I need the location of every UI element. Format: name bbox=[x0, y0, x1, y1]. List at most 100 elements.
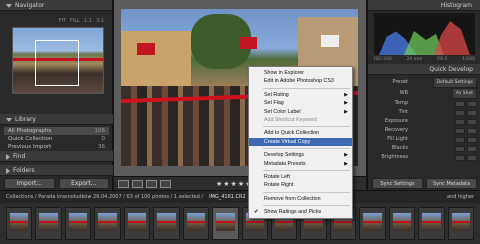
filmstrip-thumbnail[interactable] bbox=[35, 207, 62, 240]
increase-button[interactable] bbox=[467, 100, 477, 107]
library-item-previous-import[interactable]: Previous Import 36 bbox=[4, 143, 109, 151]
menu-item-set-rating[interactable]: Set Rating ▶ bbox=[249, 91, 352, 99]
adjust-buttons bbox=[455, 100, 477, 107]
adjust-row-blacks: Blacks bbox=[372, 144, 477, 153]
increase-button[interactable] bbox=[467, 136, 477, 143]
menu-item-rotate-left[interactable]: Rotate Left bbox=[249, 173, 352, 181]
navigator-viewport-box[interactable] bbox=[35, 40, 79, 86]
compare-view-icon[interactable] bbox=[146, 179, 157, 188]
folders-header[interactable]: Folders bbox=[0, 165, 113, 176]
decrease-button[interactable] bbox=[455, 100, 465, 107]
menu-item-metadata-presets[interactable]: Metadata Presets ▶ bbox=[249, 160, 352, 168]
adjust-buttons bbox=[455, 118, 477, 125]
filmstrip-thumbnail[interactable] bbox=[359, 207, 386, 240]
adjust-label: Tint bbox=[398, 109, 408, 115]
export-button[interactable]: Export... bbox=[58, 178, 109, 189]
increase-button[interactable] bbox=[467, 118, 477, 125]
menu-item-show-in-explorer[interactable]: Show in Explorer bbox=[249, 69, 352, 77]
photo-flag bbox=[239, 37, 257, 49]
loupe-view-icon[interactable] bbox=[132, 179, 143, 188]
menu-item-label: Add Shortcut Keyword bbox=[264, 117, 317, 124]
filmstrip-thumbnail[interactable] bbox=[123, 207, 151, 240]
zoom-fit[interactable]: FIT bbox=[59, 18, 66, 24]
submenu-arrow-icon: ▶ bbox=[344, 160, 348, 167]
photo-flag bbox=[137, 43, 155, 55]
menu-separator bbox=[263, 205, 350, 207]
filmstrip-thumbnail[interactable] bbox=[6, 207, 33, 240]
collapse-triangle-icon[interactable] bbox=[6, 3, 12, 8]
adjust-row-fill-light: Fill Light bbox=[372, 135, 477, 144]
adjust-row-tint: Tint bbox=[372, 108, 477, 117]
filmstrip-thumbnail[interactable] bbox=[418, 207, 445, 240]
survey-view-icon[interactable] bbox=[160, 179, 171, 188]
wb-label: WB bbox=[399, 90, 408, 96]
histogram-header[interactable]: Histogram bbox=[368, 0, 480, 11]
quick-develop-header[interactable]: Quick Develop bbox=[368, 64, 480, 75]
adjust-row-exposure: Exposure bbox=[372, 117, 477, 126]
expand-triangle-icon[interactable] bbox=[6, 167, 10, 174]
menu-item-rotate-right[interactable]: Rotate Right bbox=[249, 181, 352, 189]
menu-item-remove-from-collection[interactable]: Remove from Collection bbox=[249, 195, 352, 203]
sync-buttons: Sync Settings Sync Metadata bbox=[372, 178, 477, 189]
menu-item-show-ratings-and-picks[interactable]: ✔ Show Ratings and Picks bbox=[249, 208, 352, 216]
menu-item-set-flag[interactable]: Set Flag ▶ bbox=[249, 99, 352, 107]
list-item-label: Quick Collection bbox=[8, 136, 53, 142]
library-header[interactable]: Library bbox=[0, 114, 113, 125]
decrease-button[interactable] bbox=[455, 154, 465, 161]
aperture: f/8.0 bbox=[437, 57, 448, 62]
menu-item-add-to-quick-collection[interactable]: Add to Quick Collection bbox=[249, 129, 352, 137]
preset-select[interactable]: Default Settings bbox=[432, 77, 477, 88]
navigator-header[interactable]: Navigator bbox=[0, 0, 112, 11]
rating-stars[interactable]: ★★★★★ bbox=[216, 180, 252, 188]
expand-triangle-icon[interactable] bbox=[6, 153, 10, 160]
decrease-button[interactable] bbox=[455, 136, 465, 143]
filmstrip[interactable] bbox=[0, 203, 480, 244]
zoom-fill[interactable]: FILL bbox=[70, 18, 80, 24]
library-item-all-photographs[interactable]: All Photographs 106 bbox=[4, 127, 109, 135]
sync-settings-button[interactable]: Sync Settings bbox=[372, 178, 423, 189]
menu-item-create-virtual-copy[interactable]: Create Virtual Copy bbox=[249, 137, 352, 147]
decrease-button[interactable] bbox=[455, 109, 465, 116]
zoom-1-1[interactable]: 1:1 bbox=[84, 18, 92, 24]
adjust-buttons bbox=[455, 154, 477, 161]
thumbnail-image bbox=[392, 213, 412, 231]
sync-metadata-button[interactable]: Sync Metadata bbox=[426, 178, 477, 189]
filmstrip-thumbnail[interactable] bbox=[94, 207, 121, 240]
navigator-preview[interactable] bbox=[12, 27, 104, 94]
thumbnail-image bbox=[127, 213, 147, 231]
wb-select[interactable]: As Shot bbox=[451, 88, 477, 99]
increase-button[interactable] bbox=[467, 145, 477, 152]
menu-item-label: Metadata Presets bbox=[264, 160, 306, 167]
submenu-arrow-icon: ▶ bbox=[344, 100, 348, 107]
filmstrip-thumbnail[interactable] bbox=[447, 207, 474, 240]
filmstrip-thumbnail[interactable] bbox=[64, 207, 92, 240]
menu-item-edit-in-photoshop[interactable]: Edit in Adobe Photoshop CS3 bbox=[249, 77, 352, 85]
library-item-quick-collection[interactable]: Quick Collection 0 bbox=[4, 135, 109, 143]
decrease-button[interactable] bbox=[455, 145, 465, 152]
filmstrip-thumbnail-selected[interactable] bbox=[212, 207, 239, 240]
menu-item-develop-settings[interactable]: Develop Settings ▶ bbox=[249, 151, 352, 159]
file-name: IMG_4161.CR2 bbox=[209, 194, 246, 200]
menu-item-label: Add to Quick Collection bbox=[264, 130, 320, 137]
thumbnail-image bbox=[157, 213, 177, 231]
decrease-button[interactable] bbox=[455, 118, 465, 125]
import-button[interactable]: Import... bbox=[4, 178, 55, 189]
zoom-3-1[interactable]: 3:1 bbox=[96, 18, 104, 24]
menu-item-label: Create Virtual Copy bbox=[264, 138, 311, 145]
grid-view-icon[interactable] bbox=[118, 179, 129, 188]
menu-item-label: Rotate Left bbox=[264, 174, 290, 181]
filmstrip-thumbnail[interactable] bbox=[153, 207, 180, 240]
increase-button[interactable] bbox=[467, 127, 477, 134]
collection-path[interactable]: Collections / Parada krasnoludków 26.04.… bbox=[6, 194, 203, 200]
filmstrip-thumbnail[interactable] bbox=[182, 207, 210, 240]
filter-label[interactable]: and higher bbox=[447, 194, 474, 200]
preset-row: Preset Default Settings bbox=[372, 77, 477, 88]
collapse-triangle-icon[interactable] bbox=[6, 117, 12, 122]
menu-separator bbox=[263, 148, 350, 150]
filmstrip-thumbnail[interactable] bbox=[388, 207, 416, 240]
increase-button[interactable] bbox=[467, 109, 477, 116]
menu-item-set-color-label[interactable]: Set Color Label ▶ bbox=[249, 108, 352, 116]
decrease-button[interactable] bbox=[455, 127, 465, 134]
increase-button[interactable] bbox=[467, 154, 477, 161]
find-header[interactable]: Find bbox=[0, 151, 113, 162]
